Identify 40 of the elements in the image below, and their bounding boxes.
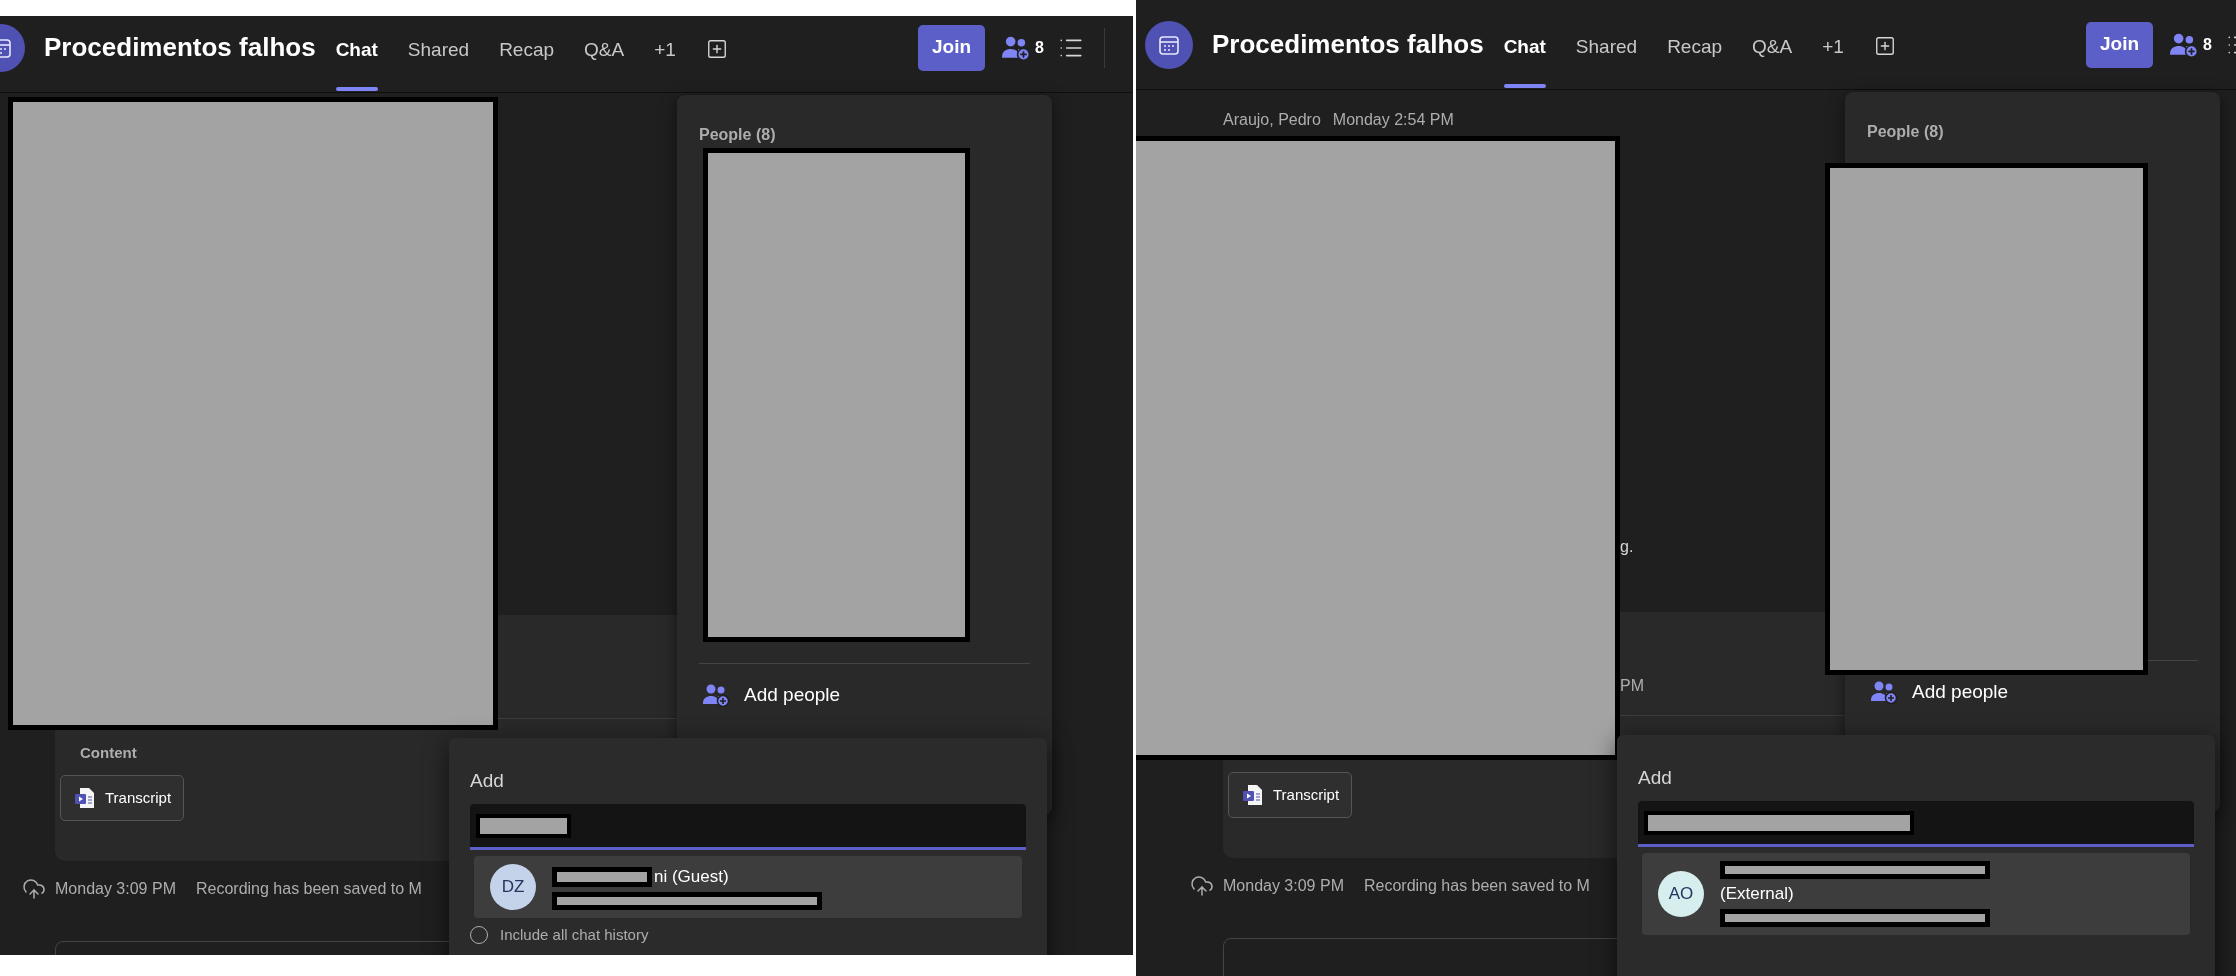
option-label: Include all chat history	[500, 925, 649, 945]
tab[interactable]: Chat	[335, 32, 378, 92]
search-result[interactable]: AO (External)	[1642, 853, 2190, 935]
avatar: AO	[1658, 870, 1704, 917]
recording-time: PM	[1620, 676, 1644, 696]
join-button[interactable]: Join	[918, 24, 986, 71]
event-text: Recording has been saved to M	[195, 879, 422, 899]
people-heading: People (8)	[1867, 123, 1944, 140]
message-time: Monday 2:54 PM	[1332, 110, 1454, 130]
participants-button[interactable]: 8	[2169, 31, 2212, 58]
add-people-item[interactable]: Add people	[1870, 678, 2009, 707]
transcript-button[interactable]: Transcript	[60, 775, 185, 821]
event-time: Monday 3:09 PM	[55, 879, 176, 899]
tab[interactable]: +1	[654, 32, 676, 92]
meeting-title: Procedimentos falhos	[1212, 28, 1484, 61]
dialog-title: Add	[1638, 766, 1672, 790]
tab[interactable]: Q&A	[584, 32, 625, 92]
tab[interactable]: Recap	[499, 32, 555, 92]
content-heading: Content	[80, 744, 137, 761]
search-result[interactable]: DZ ni (Guest)	[474, 856, 1022, 918]
tab[interactable]: +1	[1822, 29, 1844, 89]
tab[interactable]: Shared	[1575, 29, 1638, 89]
participants-button[interactable]: 8	[1001, 34, 1044, 61]
result-tag: (External)	[1720, 881, 1990, 907]
join-button[interactable]: Join	[2086, 21, 2154, 68]
people-heading: People (8)	[699, 126, 776, 143]
tab[interactable]: Chat	[1503, 29, 1546, 89]
tab[interactable]: Recap	[1667, 29, 1723, 89]
avatar: DZ	[490, 864, 536, 910]
message-text: g.	[1620, 537, 1634, 557]
transcript-button[interactable]: Transcript	[1228, 772, 1353, 818]
tab[interactable]: Shared	[407, 32, 470, 92]
message-author: Araujo, Pedro	[1223, 110, 1321, 130]
result-name: ni (Guest)	[654, 866, 729, 889]
add-people-item[interactable]: Add people	[702, 681, 841, 710]
event-text: Recording has been saved to M	[1363, 876, 1590, 896]
event-time: Monday 3:09 PM	[1223, 876, 1344, 896]
meeting-title: Procedimentos falhos	[44, 31, 316, 64]
dialog-title: Add	[470, 769, 504, 793]
tab[interactable]: Q&A	[1752, 29, 1793, 89]
